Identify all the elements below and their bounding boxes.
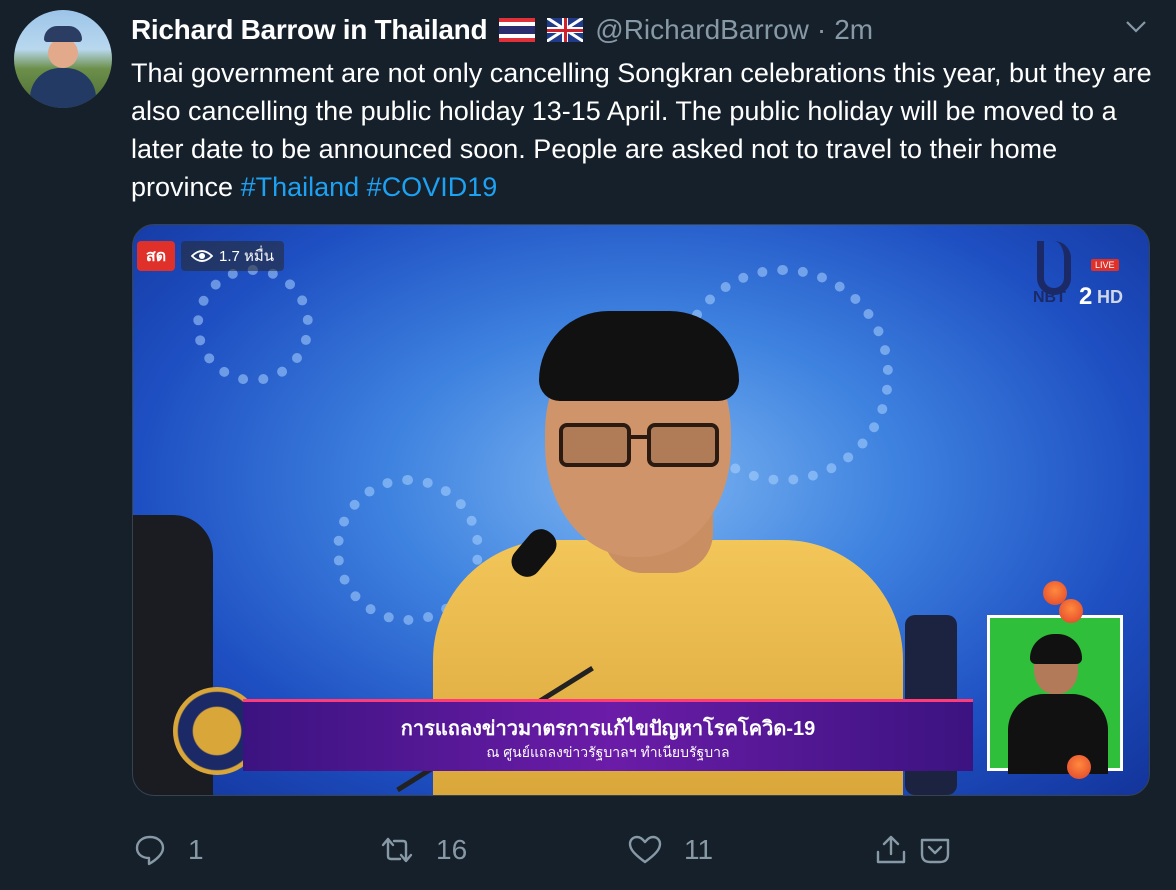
nbt-channel-logo: LIVE NBT 2 HD	[1033, 241, 1133, 311]
uk-flag-icon	[547, 18, 584, 42]
save-button[interactable]	[918, 828, 974, 872]
share-icon	[876, 835, 906, 864]
separator-dot: ·	[816, 14, 827, 45]
chevron-box-icon	[920, 838, 950, 864]
author-name[interactable]: Richard Barrow in Thailand	[131, 14, 488, 46]
author-avatar[interactable]	[14, 10, 112, 108]
tweet-timestamp[interactable]: 2m	[834, 14, 873, 46]
sign-language-interpreter	[987, 615, 1123, 774]
reply-count: 1	[188, 834, 204, 865]
angry-reaction-icon	[1067, 755, 1091, 779]
caption-subtitle: ณ ศูนย์แถลงข่าวรัฐบาลฯ ทำเนียบรัฐบาล	[486, 744, 730, 760]
logo-live-tag: LIVE	[1091, 259, 1119, 271]
caption-title: การแถลงข่าวมาตรการแก้ไขปัญหาโรคโควิด-19	[400, 718, 816, 740]
retweet-icon	[381, 837, 413, 863]
eye-icon	[191, 250, 213, 262]
thailand-flag-icon	[499, 18, 536, 42]
view-count: 1.7 หมื่น	[219, 248, 275, 265]
speaker-glasses	[559, 423, 721, 469]
avatar-shirt	[30, 68, 96, 108]
live-badge: สด	[137, 241, 175, 271]
speaker-hair	[539, 311, 739, 401]
virus-graphic	[193, 265, 313, 385]
like-icon	[628, 835, 662, 864]
author-handle[interactable]: @RichardBarrow	[595, 14, 809, 46]
tweet-actions: 1 16 11	[0, 828, 1176, 872]
avatar-face	[48, 38, 78, 68]
logo-hd: HD	[1097, 287, 1123, 307]
tweet-text: Thai government are not only cancelling …	[131, 54, 1161, 206]
retweet-count: 16	[436, 834, 468, 865]
tweet-header: Richard Barrow in Thailand @RichardBarro…	[131, 12, 873, 48]
like-button[interactable]: 11	[628, 828, 713, 872]
avatar-cap	[44, 26, 82, 42]
tweet-video[interactable]: สด 1.7 หมื่น LIVE NBT 2 HD การแถลงข่าวมา…	[132, 224, 1150, 796]
view-count-badge: 1.7 หมื่น	[181, 241, 285, 271]
hashtag-link[interactable]: #Thailand	[241, 172, 360, 202]
like-count: 11	[684, 834, 714, 865]
retweet-button[interactable]: 16	[380, 828, 467, 872]
hashtag-link[interactable]: #COVID19	[367, 172, 498, 202]
logo-brand: NBT	[1033, 289, 1066, 306]
reply-button[interactable]: 1	[134, 828, 204, 872]
logo-number: 2	[1079, 283, 1093, 310]
lower-third-banner: การแถลงข่าวมาตรการแก้ไขปัญหาโรคโควิด-19 …	[243, 699, 973, 771]
reply-icon	[135, 835, 165, 866]
chevron-down-icon[interactable]	[1124, 14, 1148, 38]
angry-reaction-icon	[1059, 599, 1083, 623]
